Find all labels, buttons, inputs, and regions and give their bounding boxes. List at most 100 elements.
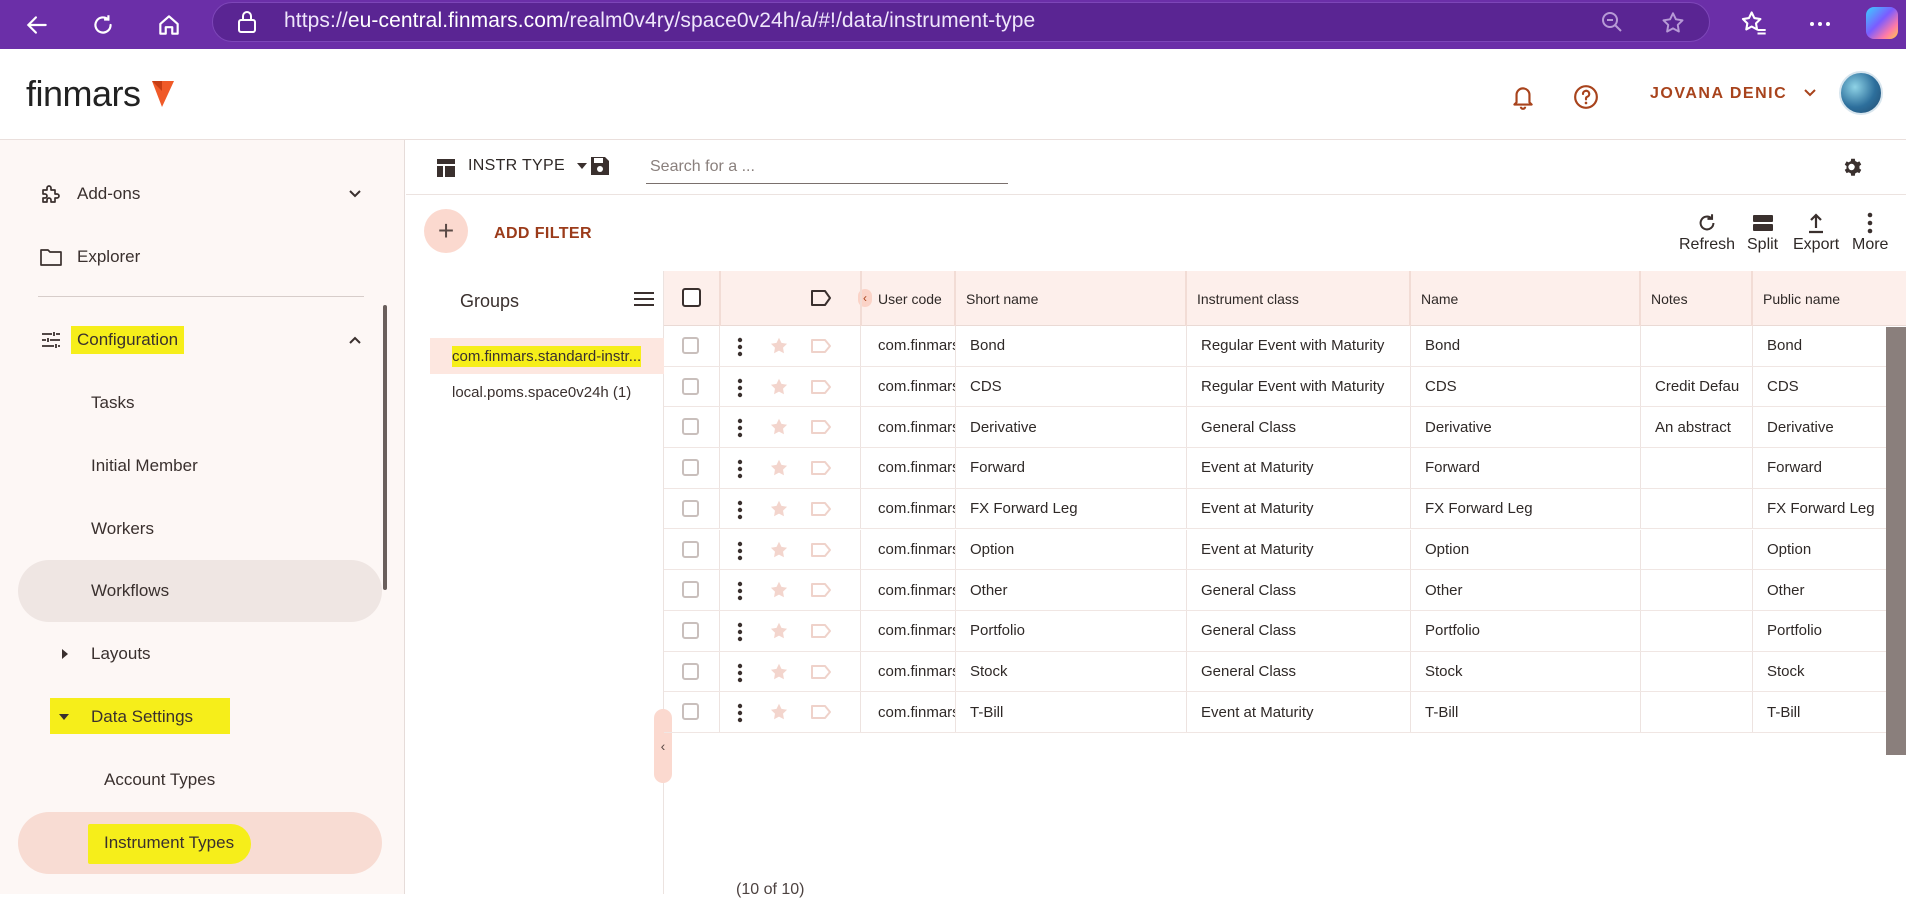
column-header-short-name[interactable]: Short name — [956, 271, 1187, 326]
cell-short-name[interactable]: T-Bill — [956, 692, 1187, 732]
cell-name[interactable]: T-Bill — [1411, 692, 1641, 732]
url-text[interactable]: https://eu-central.finmars.com/realm0v4r… — [284, 9, 1035, 33]
label-tag-icon[interactable] — [810, 582, 832, 602]
star-icon[interactable] — [768, 701, 790, 727]
group-item[interactable]: local.poms.space0v24h (1) — [430, 374, 664, 410]
cell-instrument-class[interactable]: Regular Event with Maturity — [1187, 366, 1411, 407]
row-menu-icon[interactable] — [737, 500, 743, 524]
row-menu-icon[interactable] — [737, 378, 743, 402]
cell-user-code[interactable]: com.finmars — [860, 448, 956, 488]
column-header-notes[interactable]: Notes — [1641, 271, 1753, 326]
cell-instrument-class[interactable]: General Class — [1187, 651, 1411, 692]
select-all-checkbox[interactable] — [682, 288, 701, 307]
row-checkbox[interactable] — [682, 337, 699, 354]
row-menu-icon[interactable] — [737, 459, 743, 483]
cell-notes[interactable] — [1641, 529, 1753, 570]
cell-name[interactable]: FX Forward Leg — [1411, 488, 1641, 529]
star-icon[interactable] — [768, 579, 790, 605]
sidebar-item-workflows[interactable]: Workflows — [18, 560, 382, 622]
cell-short-name[interactable]: Bond — [956, 326, 1187, 366]
cell-notes[interactable] — [1641, 448, 1753, 488]
sidebar-item-addons[interactable]: Add-ons — [18, 163, 382, 225]
star-icon[interactable] — [768, 416, 790, 442]
cell-instrument-class[interactable]: Event at Maturity — [1187, 692, 1411, 732]
star-icon[interactable] — [768, 498, 790, 524]
cell-instrument-class[interactable]: Event at Maturity — [1187, 488, 1411, 529]
column-header-name[interactable]: Name — [1411, 271, 1641, 326]
split-button[interactable]: Split — [1747, 210, 1778, 254]
save-layout-button[interactable] — [589, 155, 611, 182]
table-row[interactable]: com.finmars Forward Event at Maturity Forwa… — [664, 448, 1906, 489]
cell-public-name[interactable]: Portfolio — [1753, 611, 1906, 651]
table-row[interactable]: com.finmars Derivative General Class Deriva… — [664, 407, 1906, 449]
avatar[interactable] — [1839, 71, 1883, 115]
cell-notes[interactable] — [1641, 610, 1753, 651]
star-icon[interactable] — [768, 620, 790, 646]
groups-menu-button[interactable] — [634, 291, 654, 312]
label-tag-icon[interactable] — [810, 623, 832, 643]
table-row[interactable]: com.finmars CDS Regular Event with Maturit… — [664, 366, 1906, 408]
cell-name[interactable]: Portfolio — [1411, 610, 1641, 651]
help-button[interactable] — [1571, 82, 1601, 112]
row-menu-icon[interactable] — [737, 541, 743, 565]
cell-name[interactable]: Other — [1411, 570, 1641, 610]
cell-short-name[interactable]: Other — [956, 570, 1187, 610]
cell-public-name[interactable]: Option — [1753, 530, 1906, 570]
cell-short-name[interactable]: Option — [956, 529, 1187, 570]
cell-public-name[interactable]: Other — [1753, 570, 1906, 610]
label-tag-icon[interactable] — [810, 542, 832, 562]
lock-icon[interactable] — [236, 10, 258, 39]
label-tag-icon[interactable] — [810, 704, 832, 724]
cell-name[interactable]: Bond — [1411, 326, 1641, 366]
row-menu-icon[interactable] — [737, 663, 743, 687]
cell-short-name[interactable]: Portfolio — [956, 610, 1187, 651]
settings-button[interactable] — [1842, 156, 1864, 183]
sidebar-item-account-types[interactable]: Account Types — [18, 749, 382, 811]
refresh-button[interactable]: Refresh — [1679, 210, 1735, 254]
label-tag-icon[interactable] — [810, 289, 832, 312]
search-input[interactable] — [646, 150, 1008, 184]
sidebar-item-workers[interactable]: Workers — [18, 498, 382, 560]
cell-user-code[interactable]: com.finmars — [860, 610, 956, 651]
cell-instrument-class[interactable]: Event at Maturity — [1187, 448, 1411, 488]
cell-notes[interactable]: An abstract — [1641, 407, 1753, 448]
cell-user-code[interactable]: com.finmars — [860, 570, 956, 610]
row-checkbox[interactable] — [682, 377, 699, 395]
cell-instrument-class[interactable]: General Class — [1187, 570, 1411, 610]
sidebar-item-tasks[interactable]: Tasks — [18, 372, 382, 434]
row-menu-icon[interactable] — [737, 703, 743, 727]
copilot-icon[interactable] — [1866, 7, 1898, 39]
user-menu[interactable]: JOVANA DENIC — [1650, 85, 1817, 103]
layout-selector[interactable]: INSTR TYPE — [468, 157, 588, 175]
cell-short-name[interactable]: CDS — [956, 366, 1187, 407]
cell-public-name[interactable]: T-Bill — [1753, 692, 1906, 732]
cell-short-name[interactable]: Forward — [956, 448, 1187, 488]
sidebar-scrollbar[interactable] — [383, 305, 387, 590]
cell-instrument-class[interactable]: General Class — [1187, 407, 1411, 448]
row-menu-icon[interactable] — [737, 581, 743, 605]
star-icon[interactable] — [768, 457, 790, 483]
column-header-user-code[interactable]: User code — [860, 271, 956, 326]
back-button[interactable] — [20, 8, 54, 42]
row-checkbox[interactable] — [682, 459, 699, 477]
cell-instrument-class[interactable]: Event at Maturity — [1187, 529, 1411, 570]
cell-notes[interactable]: Credit Defau — [1641, 366, 1753, 407]
row-menu-icon[interactable] — [737, 622, 743, 646]
cell-public-name[interactable]: CDS — [1753, 367, 1906, 407]
row-checkbox[interactable] — [682, 581, 699, 599]
cell-notes[interactable] — [1641, 488, 1753, 529]
cell-instrument-class[interactable]: General Class — [1187, 610, 1411, 651]
row-checkbox[interactable] — [682, 540, 699, 558]
sidebar-item-layouts[interactable]: Layouts — [18, 623, 382, 685]
row-checkbox[interactable] — [682, 703, 699, 721]
add-filter-button[interactable]: + — [424, 209, 468, 253]
row-checkbox[interactable] — [682, 662, 699, 680]
cell-name[interactable]: Derivative — [1411, 407, 1641, 448]
label-tag-icon[interactable] — [810, 664, 832, 684]
more-button[interactable]: More — [1852, 210, 1888, 254]
cell-user-code[interactable]: com.finmars — [860, 488, 956, 529]
label-tag-icon[interactable] — [810, 379, 832, 399]
add-filter-label[interactable]: ADD FILTER — [494, 225, 592, 243]
cell-user-code[interactable]: com.finmars — [860, 326, 956, 366]
table-row[interactable]: com.finmars Bond Regular Event with Maturi… — [664, 326, 1906, 367]
